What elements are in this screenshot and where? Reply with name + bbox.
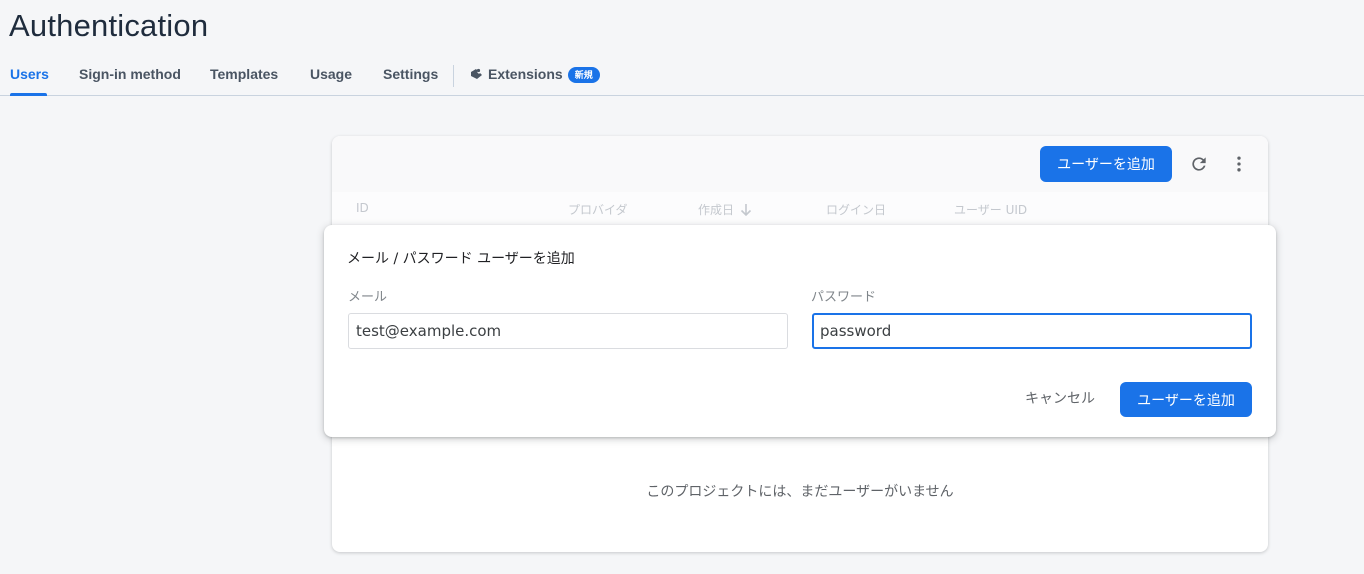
email-label: メール bbox=[348, 290, 388, 305]
tab-settings[interactable]: Settings bbox=[383, 66, 438, 82]
more-vert-icon[interactable] bbox=[1227, 152, 1251, 176]
column-header-signed-in[interactable]: ログイン日 bbox=[826, 201, 886, 218]
tab-usage[interactable]: Usage bbox=[310, 66, 352, 82]
refresh-icon[interactable] bbox=[1187, 152, 1211, 176]
column-header-created[interactable]: 作成日 bbox=[698, 201, 752, 220]
tab-extensions-label: Extensions bbox=[488, 66, 563, 82]
add-user-button[interactable]: ユーザーを追加 bbox=[1040, 146, 1172, 182]
sort-arrow-down-icon bbox=[740, 203, 752, 220]
tab-divider bbox=[453, 65, 454, 87]
active-tab-indicator bbox=[10, 93, 47, 96]
empty-state-message: このプロジェクトには、まだユーザーがいません bbox=[646, 484, 954, 500]
add-user-dialog: メール / パスワード ユーザーを追加 メール パスワード キャンセル ユーザー… bbox=[324, 225, 1276, 437]
cancel-button[interactable]: キャンセル bbox=[1020, 382, 1100, 414]
column-header-id[interactable]: ID bbox=[356, 201, 369, 215]
column-header-user-uid[interactable]: ユーザー UID bbox=[954, 201, 1027, 218]
column-header-provider[interactable]: プロバイダ bbox=[568, 201, 628, 218]
tab-users[interactable]: Users bbox=[10, 66, 49, 82]
users-table-header: ID プロバイダ 作成日 ログイン日 ユーザー UID bbox=[332, 192, 1268, 226]
column-header-created-label: 作成日 bbox=[698, 203, 735, 217]
tab-templates[interactable]: Templates bbox=[210, 66, 278, 82]
tab-extensions[interactable]: Extensions 新規 bbox=[469, 66, 600, 84]
new-badge: 新規 bbox=[567, 67, 600, 83]
tab-sign-in-method[interactable]: Sign-in method bbox=[79, 66, 181, 82]
extensions-icon bbox=[469, 67, 484, 84]
password-label: パスワード bbox=[811, 290, 877, 305]
confirm-add-user-button[interactable]: ユーザーを追加 bbox=[1120, 382, 1252, 417]
dialog-title: メール / パスワード ユーザーを追加 bbox=[347, 251, 575, 267]
card-toolbar: ユーザーを追加 bbox=[332, 136, 1268, 192]
tab-bar: Users Sign-in method Templates Usage Set… bbox=[0, 56, 1364, 96]
page-title: Authentication bbox=[9, 8, 209, 43]
password-field[interactable] bbox=[812, 313, 1252, 349]
email-field[interactable] bbox=[348, 313, 788, 349]
